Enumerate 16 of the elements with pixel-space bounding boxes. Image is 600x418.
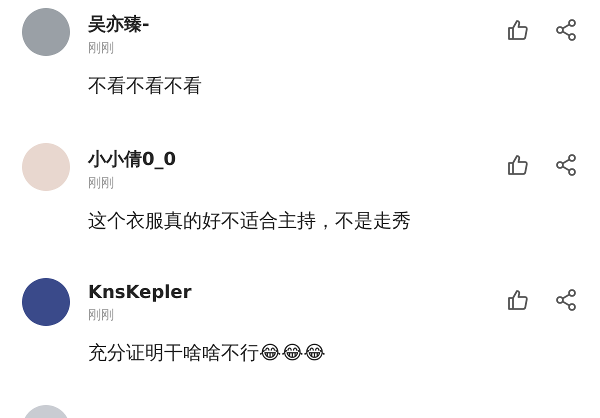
username[interactable]: 小小倩0_0 [88,147,506,171]
comment-time: 刚刚 [88,175,115,192]
thumbs-up-icon[interactable] [506,18,530,42]
thumbs-up-icon[interactable] [506,153,530,177]
share-icon[interactable] [554,288,578,312]
share-icon[interactable] [554,18,578,42]
thumbs-up-icon[interactable] [506,288,530,312]
comment-time: 刚刚 [88,40,115,57]
share-icon[interactable] [554,153,578,177]
username[interactable]: KnsKepler [88,282,506,303]
comment-text: 这个衣服真的好不适合主持，不是走秀 [88,209,412,234]
avatar-image[interactable] [22,278,70,326]
comment-text: 充分证明干啥啥不行😂😂😂 [88,341,327,366]
username[interactable]: 吴亦臻- [88,12,506,36]
comment-text: 不看不看不看 [88,74,203,99]
comment-time: 刚刚 [88,307,115,324]
